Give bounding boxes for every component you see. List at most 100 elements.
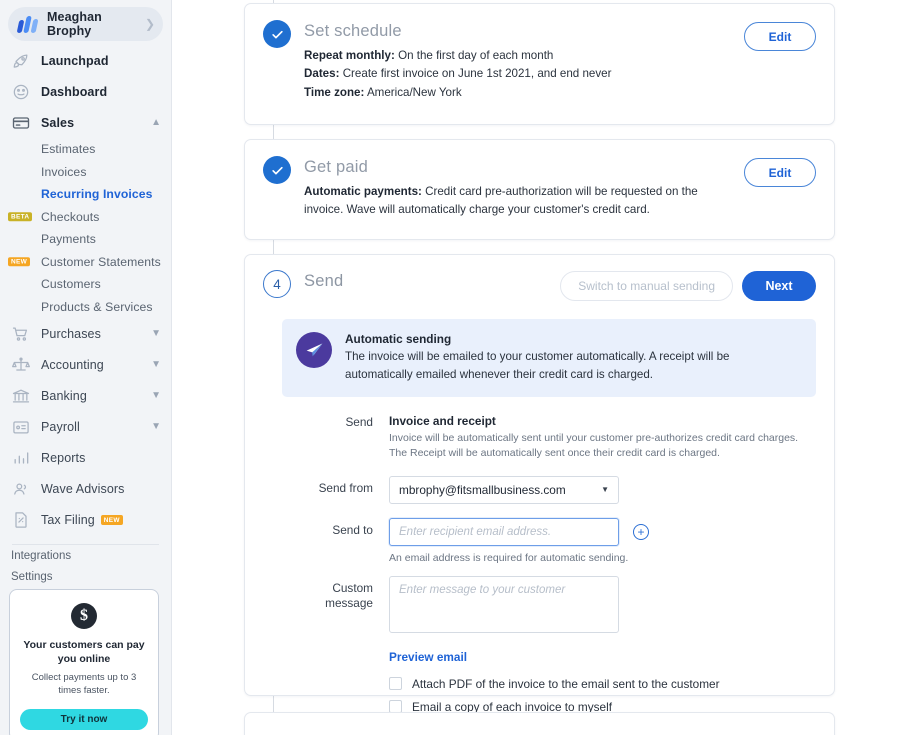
check-circle-icon [263, 20, 291, 48]
sidebar-subitem-label: Recurring Invoices [41, 187, 153, 202]
sidebar-item-recurring-invoices[interactable]: Recurring Invoices [0, 183, 171, 206]
wave-logo-icon [16, 15, 39, 33]
sidebar-item-banking[interactable]: Banking ▼ [0, 380, 171, 411]
summary-line: Dates: Create first invoice on June 1st … [304, 65, 744, 84]
try-it-now-button[interactable]: Try it now [20, 708, 148, 730]
sidebar-item-customers[interactable]: Customers [0, 273, 171, 296]
sidebar-item-label: Integrations [11, 549, 72, 562]
sidebar-item-label: Sales [41, 115, 75, 130]
sidebar-item-payroll[interactable]: Payroll ▼ [0, 411, 171, 442]
sidebar-item-label: Tax Filing NEW [41, 513, 161, 527]
sidebar-subitem-label: Customers [41, 277, 101, 292]
preview-email-link[interactable]: Preview email [389, 650, 467, 664]
summary-label: Repeat monthly: [304, 48, 395, 62]
card-title: Set schedule [304, 22, 402, 40]
sidebar-item-launchpad[interactable]: Launchpad [0, 45, 171, 76]
primary-nav: Launchpad Dashboard Sales ▲ Estimates In… [0, 45, 171, 535]
people-icon [11, 479, 31, 499]
sidebar-item-dashboard[interactable]: Dashboard [0, 76, 171, 107]
sidebar-item-payments[interactable]: Payments [0, 228, 171, 251]
sidebar-item-sales[interactable]: Sales ▲ [0, 107, 171, 138]
gauge-icon [11, 82, 31, 102]
get-paid-summary: Automatic payments: Credit card pre-auth… [304, 183, 719, 221]
step-number-badge: 4 [263, 270, 291, 298]
chevron-down-icon[interactable]: ▼ [151, 359, 161, 370]
attach-pdf-checkbox-row[interactable]: Attach PDF of the invoice to the email s… [389, 677, 816, 691]
sidebar: Meaghan Brophy ❯ Launchpad Dashboard Sal… [0, 0, 172, 735]
chevron-down-icon: ▼ [601, 485, 609, 495]
next-button[interactable]: Next [742, 271, 816, 301]
sidebar-item-tax-filing[interactable]: Tax Filing NEW [0, 504, 171, 535]
plus-circle-icon[interactable]: + [633, 523, 649, 540]
cart-icon [11, 324, 31, 344]
sidebar-item-wave-advisors[interactable]: Wave Advisors [0, 473, 171, 504]
form-row-send-to: Send to + An email address is required f… [282, 517, 816, 566]
send-help-text: Invoice will be automatically sent until… [389, 432, 799, 460]
summary-value: On the first day of each month [398, 48, 554, 62]
sidebar-item-label: Accounting [41, 357, 104, 372]
send-from-select[interactable]: mbrophy@fitsmallbusiness.com ▼ [389, 475, 619, 504]
sidebar-item-estimates[interactable]: Estimates [0, 138, 171, 161]
chevron-down-icon[interactable]: ▼ [151, 390, 161, 401]
chevron-down-icon[interactable]: ▼ [151, 421, 161, 432]
sidebar-item-customer-statements[interactable]: NEW Customer Statements [0, 251, 171, 274]
summary-label: Time zone: [304, 86, 365, 100]
beta-badge: BETA [8, 212, 33, 222]
sidebar-item-reports[interactable]: Reports [0, 442, 171, 473]
send-options: Preview email Attach PDF of the invoice … [282, 648, 816, 714]
send-form: Send Invoice and receipt Invoice will be… [282, 413, 816, 714]
card-get-paid: Get paid Automatic payments: Credit card… [244, 139, 835, 240]
payroll-icon [11, 417, 31, 437]
rocket-icon [11, 51, 31, 71]
card-title: Send [304, 272, 344, 290]
bank-icon [11, 386, 31, 406]
form-row-send-from: Send from mbrophy@fitsmallbusiness.com ▼ [282, 475, 816, 504]
sidebar-item-label: Dashboard [41, 84, 108, 99]
attach-pdf-checkbox[interactable] [389, 677, 402, 691]
credit-card-icon [11, 113, 31, 133]
custom-message-textarea[interactable] [389, 575, 619, 633]
edit-schedule-button[interactable]: Edit [744, 22, 816, 51]
sidebar-item-label: Settings [11, 570, 53, 583]
sidebar-item-invoices[interactable]: Invoices [0, 161, 171, 184]
sidebar-item-purchases[interactable]: Purchases ▼ [0, 318, 171, 349]
scales-icon [11, 355, 31, 375]
tax-filing-label: Tax Filing [41, 512, 95, 527]
app-root: Meaghan Brophy ❯ Launchpad Dashboard Sal… [0, 0, 900, 735]
edit-get-paid-button[interactable]: Edit [744, 158, 816, 187]
sidebar-item-label: Payroll [41, 419, 80, 434]
sidebar-item-checkouts[interactable]: BETA Checkouts [0, 206, 171, 229]
sales-subnav: Estimates Invoices Recurring Invoices BE… [0, 138, 171, 318]
banner-text: The invoice will be emailed to your cust… [345, 350, 730, 381]
sidebar-item-label: Wave Advisors [41, 481, 125, 496]
profile-name: Meaghan Brophy [47, 10, 102, 38]
new-badge: NEW [100, 515, 123, 525]
new-badge: NEW [8, 257, 31, 267]
chevron-up-icon[interactable]: ▲ [151, 117, 161, 128]
promo-title: Your customers can pay you online [23, 639, 145, 666]
banner-title: Automatic sending [345, 332, 452, 346]
promo-card: $ Your customers can pay you online Coll… [9, 589, 159, 735]
sidebar-item-label: Launchpad [41, 53, 109, 68]
send-label: Send [345, 415, 373, 430]
form-row-custom-message: Custom message [282, 575, 816, 638]
chevron-down-icon[interactable]: ▼ [151, 328, 161, 339]
dollar-coin-icon: $ [71, 603, 97, 629]
card-next-step [244, 712, 835, 735]
profile-switcher[interactable]: Meaghan Brophy ❯ [8, 7, 163, 41]
sidebar-item-accounting[interactable]: Accounting ▼ [0, 349, 171, 380]
sidebar-subitem-label: Payments [41, 232, 96, 247]
step-number: 4 [263, 270, 291, 298]
sidebar-item-products-services[interactable]: Products & Services [0, 296, 171, 319]
form-row-send: Send Invoice and receipt Invoice will be… [282, 413, 816, 461]
tax-doc-icon [11, 510, 31, 530]
sidebar-subitem-label: Estimates [41, 142, 96, 157]
sidebar-item-integrations[interactable]: Integrations [0, 545, 171, 566]
card-set-schedule: Set schedule Repeat monthly: On the firs… [244, 3, 835, 125]
chevron-right-icon: ❯ [144, 17, 155, 31]
send-value: Invoice and receipt [389, 414, 496, 429]
switch-to-manual-sending-button[interactable]: Switch to manual sending [560, 271, 733, 301]
sidebar-item-settings[interactable]: Settings [0, 566, 171, 587]
send-to-input[interactable] [389, 517, 619, 546]
sidebar-subitem-label: Invoices [41, 164, 87, 179]
